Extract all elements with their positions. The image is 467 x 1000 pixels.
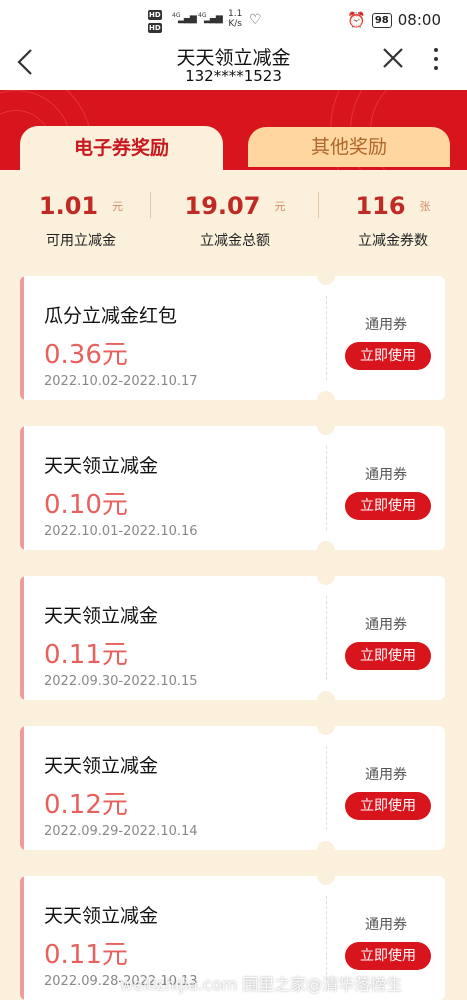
tab-other-rewards[interactable]: 其他奖励 [248,127,450,167]
use-now-button[interactable]: 立即使用 [345,642,431,670]
stat-count: 116 张 立减金券数 [318,192,467,249]
stat-unit: 元 [112,200,124,213]
card-notch [317,391,335,400]
coupon-stripe [20,876,24,1000]
coupon-dates: 2022.10.02-2022.10.17 [44,374,198,389]
coupon-type: 通用券 [365,317,407,333]
net-speed: 1.1 K/s [228,9,242,29]
use-now-button[interactable]: 立即使用 [345,942,431,970]
card-notch [317,691,335,700]
stat-unit: 元 [274,200,286,213]
use-now-button[interactable]: 立即使用 [345,342,431,370]
card-divider [326,296,327,380]
card-divider [326,746,327,830]
coupon-amount: 0.12元 [44,790,128,820]
coupon-card: 天天领立减金 0.12元 2022.09.29-2022.10.14 通用券 立… [20,726,445,850]
hd-badge: HD [148,10,162,20]
card-notch [317,541,335,550]
coupon-dates: 2022.10.01-2022.10.16 [44,524,198,539]
status-bar: HD HD 4G ▂▄▆ 4G ▂▄▆ 1.1 K/s ♡ ⏰ 98 08:00 [0,0,467,40]
card-divider [326,446,327,530]
title-bar: 天天领立减金 132****1523 [0,40,467,90]
hd-badge-2: HD [148,23,162,33]
tab-electronic-coupons[interactable]: 电子券奖励 [20,126,223,170]
coupon-name: 天天领立减金 [44,755,159,777]
card-notch [317,841,335,850]
coupon-card: 天天领立减金 0.10元 2022.10.01-2022.10.16 通用券 立… [20,426,445,550]
coupon-type: 通用券 [365,467,407,483]
coupon-stripe [20,576,24,700]
card-divider [326,596,327,680]
speed-value: 1.1 [228,9,243,19]
card-divider [326,896,327,980]
coupon-dates: 2022.09.30-2022.10.15 [44,674,198,689]
coupon-type: 通用券 [365,617,407,633]
stat-divider [150,192,151,218]
stat-value: 116 [355,192,406,220]
card-notch [317,276,335,285]
use-now-button[interactable]: 立即使用 [345,492,431,520]
watermark: weilizhijia.com 围里之家@清华落榜生 [120,975,403,994]
stat-total: 19.07 元 立减金总额 [160,192,310,249]
stat-label: 立减金券数 [358,233,428,249]
signal-icon-2: ▂▄▆ [204,14,223,24]
speed-unit: K/s [228,19,242,29]
clock: 08:00 [397,11,441,29]
card-notch [317,426,335,435]
more-vertical-icon[interactable] [434,48,440,75]
card-notch [317,576,335,585]
coupon-card: 天天领立减金 0.11元 2022.09.30-2022.10.15 通用券 立… [20,576,445,700]
stat-value: 1.01 [38,192,99,220]
coupon-amount: 0.10元 [44,490,128,520]
stat-available: 1.01 元 可用立减金 [6,192,156,249]
coupon-name: 天天领立减金 [44,455,159,477]
coupon-stripe [20,276,24,400]
coupon-stripe [20,426,24,550]
coupon-amount: 0.36元 [44,340,128,370]
alarm-icon: ⏰ [347,11,366,29]
use-now-button[interactable]: 立即使用 [345,792,431,820]
stat-value: 19.07 [184,192,261,220]
stat-unit: 张 [419,200,431,213]
battery-indicator: 98 [371,12,392,28]
coupon-name: 天天领立减金 [44,605,159,627]
coupon-card: 瓜分立减金红包 0.36元 2022.10.02-2022.10.17 通用券 … [20,276,445,400]
coupon-type: 通用券 [365,917,407,933]
coupon-name: 天天领立减金 [44,905,159,927]
card-notch [317,726,335,735]
stat-label: 可用立减金 [46,233,116,249]
coupon-dates: 2022.09.29-2022.10.14 [44,824,198,839]
signal-icon: ▂▄▆ [178,14,197,24]
coupon-amount: 0.11元 [44,940,128,970]
close-icon[interactable] [381,46,405,77]
stat-label: 立减金总额 [200,233,270,249]
coupon-amount: 0.11元 [44,640,128,670]
heart-icon: ♡ [249,12,262,28]
network-indicator: HD HD 4G ▂▄▆ 4G ▂▄▆ [146,8,266,34]
coupon-type: 通用券 [365,767,407,783]
card-notch [317,876,335,885]
status-right: ⏰ 98 08:00 [347,11,441,29]
coupon-stripe [20,726,24,850]
coupon-name: 瓜分立减金红包 [44,305,178,327]
